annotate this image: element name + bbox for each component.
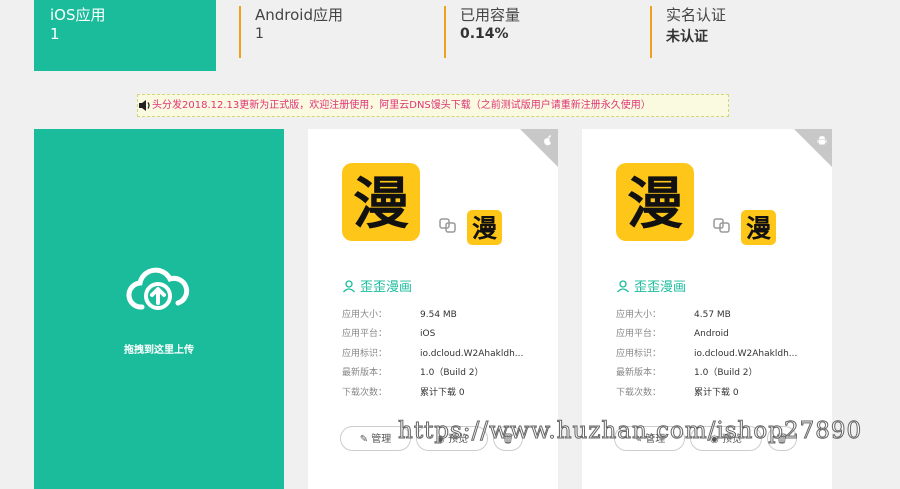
user-icon bbox=[343, 280, 355, 293]
divider bbox=[444, 6, 446, 58]
stat-capacity-label: 已用容量 bbox=[460, 6, 521, 24]
svg-text:漫: 漫 bbox=[627, 172, 683, 237]
label-version: 最新版本： bbox=[616, 368, 662, 378]
apple-icon bbox=[544, 135, 551, 146]
value-bundle: io.dcloud.W2Ahakldh... bbox=[420, 349, 524, 359]
stat-android-value: 1 bbox=[255, 26, 264, 42]
upload-dropzone[interactable]: 拖拽到这里上传 bbox=[34, 129, 284, 489]
value-downloads: 累计下载 0 bbox=[420, 388, 465, 398]
value-version: 1.0（Build 2） bbox=[420, 368, 484, 378]
svg-text:漫: 漫 bbox=[746, 214, 771, 243]
value-platform: iOS bbox=[420, 329, 436, 339]
app-name[interactable]: 歪歪漫画 bbox=[616, 276, 686, 295]
stat-android-label: Android应用 bbox=[255, 6, 343, 24]
app-icon-large: 漫 bbox=[616, 163, 694, 241]
value-size: 9.54 MB bbox=[420, 310, 457, 320]
value-bundle: io.dcloud.W2Ahakldh... bbox=[694, 349, 798, 359]
label-size: 应用大小： bbox=[616, 310, 662, 320]
speaker-icon bbox=[138, 95, 152, 116]
stat-capacity-value: 0.14% bbox=[460, 26, 509, 42]
notice-text: 头分发2018.12.13更新为正式版，欢迎注册使用，阿里云DNS馒头下载（之前… bbox=[152, 100, 651, 111]
svg-text:漫: 漫 bbox=[353, 172, 409, 237]
label-downloads: 下载次数： bbox=[616, 388, 662, 398]
link-icon bbox=[439, 218, 456, 233]
watermark: https://www.huzhan.com/ishop27890 bbox=[397, 418, 863, 445]
value-version: 1.0（Build 2） bbox=[694, 368, 758, 378]
app-name-text: 歪歪漫画 bbox=[634, 280, 687, 295]
stat-ios-label: iOS应用 bbox=[50, 6, 106, 24]
upload-label: 拖拽到这里上传 bbox=[124, 345, 194, 356]
app-icon-large: 漫 bbox=[342, 163, 420, 241]
svg-text:漫: 漫 bbox=[472, 214, 497, 243]
value-platform: Android bbox=[694, 329, 729, 339]
app-icon-small: 漫 bbox=[741, 210, 776, 245]
label-size: 应用大小： bbox=[342, 310, 388, 320]
edit-icon: ✎ bbox=[359, 434, 372, 445]
label-version: 最新版本： bbox=[342, 368, 388, 378]
app-name-text: 歪歪漫画 bbox=[360, 280, 413, 295]
stat-ios-apps[interactable]: iOS应用 1 bbox=[34, 0, 216, 71]
android-icon bbox=[817, 136, 827, 145]
app-name[interactable]: 歪歪漫画 bbox=[342, 276, 412, 295]
label-platform: 应用平台： bbox=[616, 329, 662, 339]
stat-verify-label: 实名认证 bbox=[666, 6, 727, 24]
app-icon-small: 漫 bbox=[467, 210, 502, 245]
cloud-upload-icon bbox=[126, 267, 190, 310]
divider bbox=[239, 6, 241, 58]
label-bundle: 应用标识： bbox=[342, 349, 388, 359]
user-icon bbox=[617, 280, 629, 293]
stat-verify-value: 未认证 bbox=[666, 29, 708, 45]
label-bundle: 应用标识： bbox=[616, 349, 662, 359]
stats-bar: iOS应用 1 Android应用 1 已用容量 0.14% 实名认证 未认证 bbox=[0, 0, 900, 71]
link-icon bbox=[713, 218, 730, 233]
label-downloads: 下载次数： bbox=[342, 388, 388, 398]
value-downloads: 累计下载 0 bbox=[694, 388, 739, 398]
notice-banner[interactable]: 头分发2018.12.13更新为正式版，欢迎注册使用，阿里云DNS馒头下载（之前… bbox=[137, 94, 729, 117]
label-platform: 应用平台： bbox=[342, 329, 388, 339]
divider bbox=[650, 6, 652, 58]
value-size: 4.57 MB bbox=[694, 310, 731, 320]
stat-ios-value: 1 bbox=[50, 25, 60, 43]
